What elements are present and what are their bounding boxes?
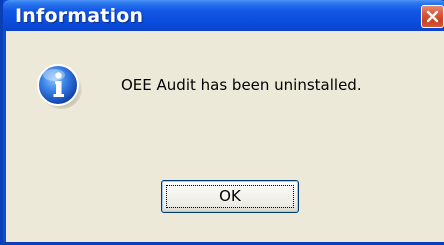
dialog-window: Information OEE Audit has been uninstall… bbox=[0, 0, 444, 245]
close-icon bbox=[426, 10, 439, 23]
dialog-body: OEE Audit has been uninstalled. OK bbox=[6, 31, 444, 242]
ok-button[interactable]: OK bbox=[161, 180, 299, 213]
ok-button-label: OK bbox=[219, 187, 241, 205]
title-bar[interactable]: Information bbox=[3, 0, 444, 31]
message-text: OEE Audit has been uninstalled. bbox=[121, 76, 362, 94]
close-button[interactable] bbox=[421, 5, 444, 28]
dialog-title: Information bbox=[15, 5, 144, 27]
info-icon bbox=[37, 64, 82, 109]
